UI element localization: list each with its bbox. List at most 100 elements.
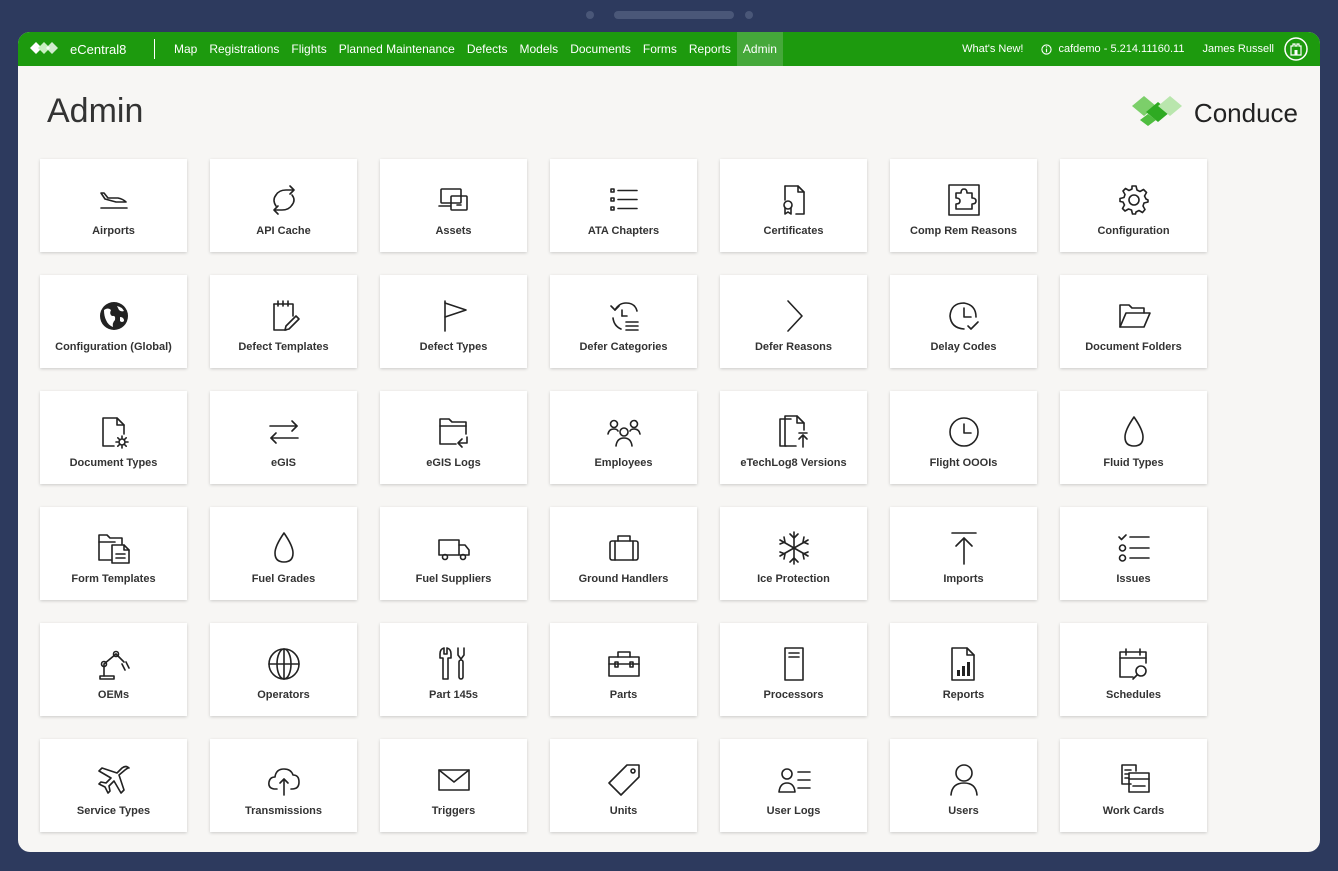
header-tools: What's New! cafdemo - 5.214.11160.11 Jam…	[962, 32, 1308, 66]
tile-imports[interactable]: Imports	[890, 507, 1037, 600]
tag-icon	[606, 762, 642, 798]
tile-form-templates[interactable]: Form Templates	[40, 507, 187, 600]
plane-landing-icon	[96, 182, 132, 218]
tile-label: Certificates	[763, 225, 824, 237]
cloud-upload-icon	[266, 762, 302, 798]
tile-reports[interactable]: Reports	[890, 623, 1037, 716]
tile-certificates[interactable]: Certificates	[720, 159, 867, 252]
tile-label: Parts	[609, 689, 638, 701]
user-list-icon	[776, 762, 812, 798]
tile-label: Defer Reasons	[754, 341, 833, 353]
tile-employees[interactable]: Employees	[550, 391, 697, 484]
nav-item-registrations[interactable]: Registrations	[203, 32, 285, 66]
tile-fuel-grades[interactable]: Fuel Grades	[210, 507, 357, 600]
nav-item-flights[interactable]: Flights	[285, 32, 332, 66]
tile-triggers[interactable]: Triggers	[380, 739, 527, 832]
tile-parts[interactable]: Parts	[550, 623, 697, 716]
conduce-logo-text: Conduce	[1193, 98, 1298, 128]
nav-item-planned-maintenance[interactable]: Planned Maintenance	[333, 32, 461, 66]
snowflake-icon	[776, 530, 812, 566]
drop-icon	[266, 530, 302, 566]
tile-label: Triggers	[431, 805, 476, 817]
tile-label: Ground Handlers	[578, 573, 669, 585]
devices-icon	[436, 182, 472, 218]
robot-arm-icon	[96, 646, 132, 682]
tile-api-cache[interactable]: API Cache	[210, 159, 357, 252]
top-navbar: eCentral8 Map Registrations Flights Planned…	[18, 32, 1320, 66]
tile-issues[interactable]: Issues	[1060, 507, 1207, 600]
document-upload-icon	[776, 414, 812, 450]
tile-user-logs[interactable]: User Logs	[720, 739, 867, 832]
tile-service-types[interactable]: Service Types	[40, 739, 187, 832]
clock-check-icon	[946, 298, 982, 334]
tile-users[interactable]: Users	[890, 739, 1037, 832]
tile-label: Imports	[943, 573, 984, 585]
nav-item-documents[interactable]: Documents	[564, 32, 637, 66]
tile-defer-categories[interactable]: Defer Categories	[550, 275, 697, 368]
tile-schedules[interactable]: Schedules	[1060, 623, 1207, 716]
tile-defect-templates[interactable]: Defect Templates	[210, 275, 357, 368]
tile-label: Defect Types	[419, 341, 488, 353]
tile-fluid-types[interactable]: Fluid Types	[1060, 391, 1207, 484]
tile-transmissions[interactable]: Transmissions	[210, 739, 357, 832]
nav-item-reports[interactable]: Reports	[683, 32, 737, 66]
camera-dot-right	[745, 11, 753, 19]
tile-label: Configuration (Global)	[55, 341, 172, 353]
tile-ground-handlers[interactable]: Ground Handlers	[550, 507, 697, 600]
tile-label: Users	[948, 805, 979, 817]
tile-etechlog8-versions[interactable]: eTechLog8 Versions	[720, 391, 867, 484]
tile-fuel-suppliers[interactable]: Fuel Suppliers	[380, 507, 527, 600]
tile-delay-codes[interactable]: Delay Codes	[890, 275, 1037, 368]
briefcase-icon	[606, 530, 642, 566]
clock-icon	[946, 414, 982, 450]
checklist-icon	[1116, 530, 1152, 566]
tile-part-145s[interactable]: Part 145s	[380, 623, 527, 716]
camera-dot-left	[586, 11, 594, 19]
tile-label: Delay Codes	[930, 341, 997, 353]
nav-item-defects[interactable]: Defects	[461, 32, 514, 66]
tile-egis-logs[interactable]: eGIS Logs	[380, 391, 527, 484]
tile-flight-ooois[interactable]: Flight OOOIs	[890, 391, 1037, 484]
tile-label: Work Cards	[1102, 805, 1165, 817]
arrow-up-icon	[946, 530, 982, 566]
tile-oems[interactable]: OEMs	[40, 623, 187, 716]
nav-item-map[interactable]: Map	[168, 32, 203, 66]
tile-airports[interactable]: Airports	[40, 159, 187, 252]
tile-configuration-global[interactable]: Configuration (Global)	[40, 275, 187, 368]
tile-label: Operators	[257, 689, 310, 701]
folder-arrow-icon	[436, 414, 472, 450]
folder-document-icon	[96, 530, 132, 566]
whats-new-link[interactable]: What's New!	[962, 43, 1023, 55]
tile-units[interactable]: Units	[550, 739, 697, 832]
user-name[interactable]: James Russell	[1202, 43, 1274, 55]
document-gear-icon	[96, 414, 132, 450]
tools-icon	[436, 646, 472, 682]
envelope-icon	[436, 762, 472, 798]
tile-comp-rem-reasons[interactable]: Comp Rem Reasons	[890, 159, 1037, 252]
chevron-right-icon	[776, 298, 812, 334]
nav-item-models[interactable]: Models	[514, 32, 565, 66]
tile-document-types[interactable]: Document Types	[40, 391, 187, 484]
tile-ice-protection[interactable]: Ice Protection	[720, 507, 867, 600]
tile-egis[interactable]: eGIS	[210, 391, 357, 484]
nav-item-forms[interactable]: Forms	[637, 32, 683, 66]
tile-ata-chapters[interactable]: ATA Chapters	[550, 159, 697, 252]
tile-defer-reasons[interactable]: Defer Reasons	[720, 275, 867, 368]
tile-operators[interactable]: Operators	[210, 623, 357, 716]
drop-icon	[1116, 414, 1152, 450]
brand[interactable]: eCentral8	[28, 32, 126, 66]
tile-processors[interactable]: Processors	[720, 623, 867, 716]
user-icon	[946, 762, 982, 798]
brand-divider	[154, 39, 155, 59]
app-screen: eCentral8 Map Registrations Flights Planned…	[18, 32, 1320, 852]
tile-label: Form Templates	[71, 573, 156, 585]
tile-assets[interactable]: Assets	[380, 159, 527, 252]
tile-label: Comp Rem Reasons	[910, 225, 1017, 237]
tile-defect-types[interactable]: Defect Types	[380, 275, 527, 368]
tile-configuration[interactable]: Configuration	[1060, 159, 1207, 252]
user-avatar-icon[interactable]	[1284, 37, 1308, 61]
tile-document-folders[interactable]: Document Folders	[1060, 275, 1207, 368]
nav-item-admin[interactable]: Admin	[736, 32, 783, 66]
tile-work-cards[interactable]: Work Cards	[1060, 739, 1207, 832]
tile-label: Processors	[763, 689, 824, 701]
